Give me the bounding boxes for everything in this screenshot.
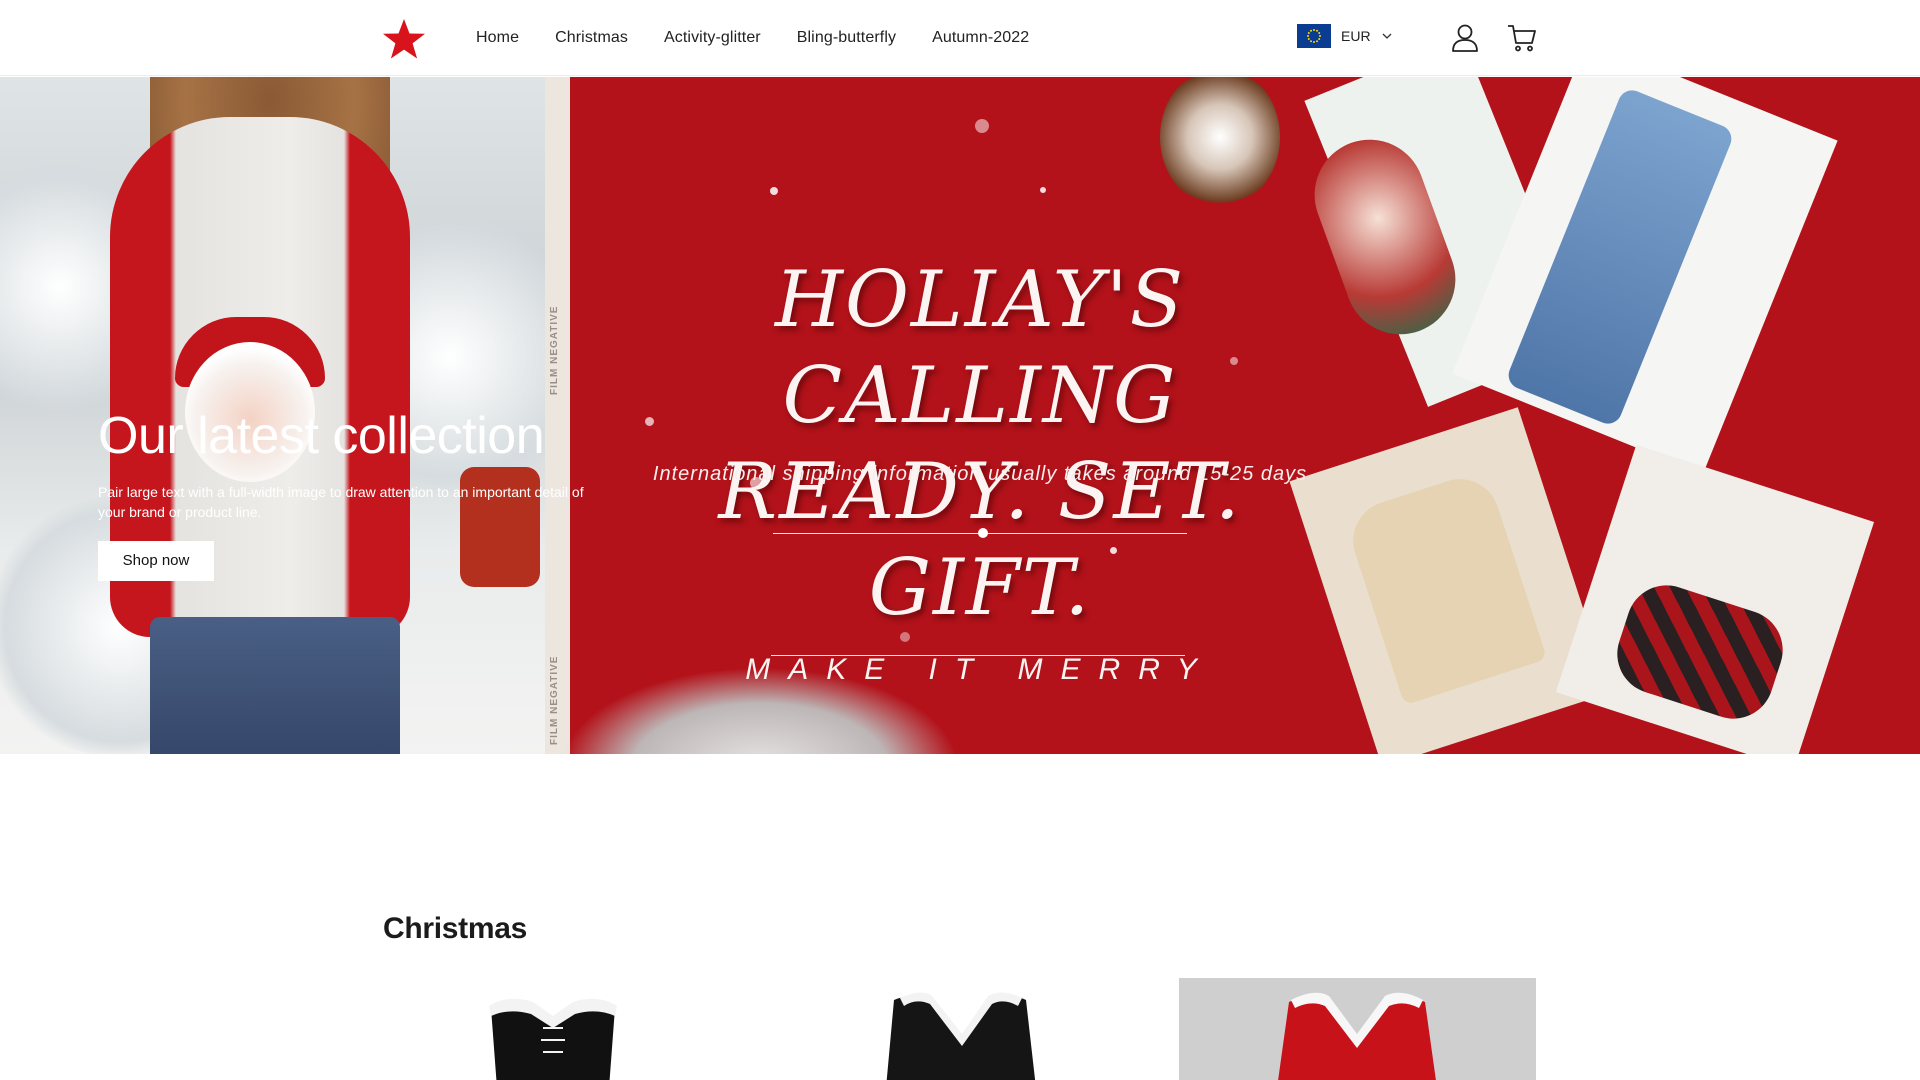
banner-tagline: MAKE IT MERRY xyxy=(745,653,1215,686)
product-card[interactable] xyxy=(383,978,740,1080)
banner-title-line1: HOLIAY'S CALLING xyxy=(774,255,1186,441)
nav-item-bling-butterfly[interactable]: Bling-butterfly xyxy=(797,27,896,49)
product-image xyxy=(782,978,1139,1080)
main-nav: Home Christmas Activity-glitter Bling-bu… xyxy=(476,27,1065,49)
banner-title: HOLIAY'S CALLING READY. SET. GIFT. xyxy=(600,252,1360,636)
pinecone-decoration xyxy=(1160,77,1280,207)
site-header: Home Christmas Activity-glitter Bling-bu… xyxy=(0,0,1920,76)
currency-code: EUR xyxy=(1341,28,1371,44)
hero-collage xyxy=(1289,77,1920,754)
nav-item-activity-glitter[interactable]: Activity-glitter xyxy=(664,27,761,49)
nav-item-home[interactable]: Home xyxy=(476,27,519,49)
currency-selector[interactable]: EUR xyxy=(1297,24,1393,48)
divider-line xyxy=(771,655,1185,656)
film-label: FILM NEGATIVE xyxy=(549,655,560,745)
collection-title: Christmas xyxy=(383,912,528,945)
red-star-icon[interactable] xyxy=(382,18,426,60)
hero-description: Pair large text with a full-width image … xyxy=(98,484,584,520)
shop-now-button[interactable]: Shop now xyxy=(98,541,214,581)
film-strip: FILM NEGATIVE FILM NEGATIVE xyxy=(545,77,570,754)
hero-heading: Our latest collection xyxy=(98,407,545,465)
cart-icon[interactable] xyxy=(1506,22,1538,54)
product-image xyxy=(383,978,740,1080)
hero-banner: FILM NEGATIVE FILM NEGATIVE HOLIAY'S CAL… xyxy=(0,77,1920,754)
chevron-down-icon xyxy=(1382,33,1392,39)
eu-flag-icon xyxy=(1297,24,1331,48)
film-label: FILM NEGATIVE xyxy=(549,305,560,395)
divider-dot xyxy=(978,528,988,538)
banner-shipping-text: International shipping information usual… xyxy=(652,463,1308,485)
nav-item-christmas[interactable]: Christmas xyxy=(555,27,628,49)
product-card[interactable] xyxy=(1179,978,1536,1080)
nav-item-autumn-2022[interactable]: Autumn-2022 xyxy=(932,27,1029,49)
product-card[interactable] xyxy=(782,978,1139,1080)
user-icon[interactable] xyxy=(1449,22,1481,54)
product-image xyxy=(1179,978,1536,1080)
